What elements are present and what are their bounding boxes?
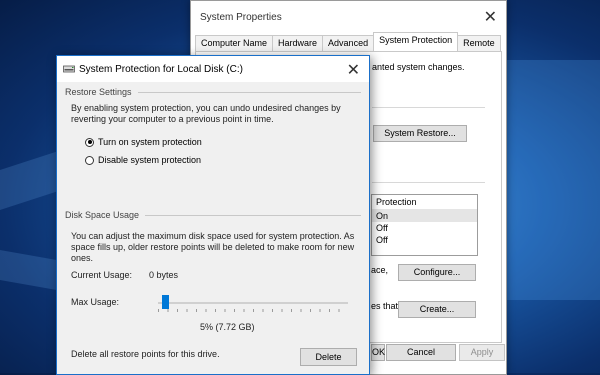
radio-button-selected[interactable] xyxy=(85,137,94,147)
ok-button[interactable]: OK xyxy=(371,344,385,361)
list-header-protection[interactable]: Protection xyxy=(372,195,477,210)
partial-description-text: anted system changes. xyxy=(372,62,465,72)
current-usage-label: Current Usage: xyxy=(71,270,133,280)
dialog-title: System Protection for Local Disk (C:) xyxy=(79,64,243,75)
system-protection-dialog: System Protection for Local Disk (C:) ✕ … xyxy=(56,55,370,375)
cancel-button[interactable]: Cancel xyxy=(386,344,456,361)
group-divider xyxy=(145,214,361,216)
delete-button[interactable]: Delete xyxy=(300,348,357,366)
close-icon[interactable]: ✕ xyxy=(484,7,497,27)
delete-description: Delete all restore points for this drive… xyxy=(71,349,220,359)
desktop-light-beam xyxy=(505,60,600,300)
radio-turn-on-label: Turn on system protection xyxy=(98,137,202,147)
divider xyxy=(372,107,485,108)
drive-icon xyxy=(63,65,75,73)
partial-configure-text: ace, xyxy=(371,265,389,275)
close-icon[interactable]: ✕ xyxy=(347,60,360,80)
disk-space-description: You can adjust the maximum disk space us… xyxy=(71,231,355,263)
restore-description: By enabling system protection, you can u… xyxy=(71,103,341,124)
tab-advanced[interactable]: Advanced xyxy=(322,35,375,51)
create-button[interactable]: Create... xyxy=(398,301,476,318)
configure-button[interactable]: Configure... xyxy=(398,264,476,281)
tab-computer-name[interactable]: Computer Name xyxy=(195,35,274,51)
dialog-titlebar[interactable]: System Protection for Local Disk (C:) ✕ xyxy=(57,56,369,82)
tab-system-protection[interactable]: System Protection xyxy=(373,32,459,51)
slider-ticks xyxy=(158,309,348,312)
drive-protection-list[interactable]: Protection On Off Off xyxy=(371,194,478,256)
disk-space-heading: Disk Space Usage xyxy=(65,210,361,220)
max-usage-value: 5% (7.72 GB) xyxy=(200,322,255,332)
restore-settings-heading: Restore Settings xyxy=(65,87,361,97)
list-item[interactable]: On xyxy=(372,210,477,222)
radio-disable-protection[interactable]: Disable system protection xyxy=(85,155,201,165)
list-item[interactable]: Off xyxy=(372,234,477,246)
system-properties-titlebar[interactable]: System Properties ✕ xyxy=(191,1,506,32)
max-usage-slider-track[interactable] xyxy=(158,302,348,304)
group-divider xyxy=(137,91,361,93)
system-restore-button[interactable]: System Restore... xyxy=(373,125,467,142)
tab-hardware[interactable]: Hardware xyxy=(272,35,324,51)
disk-space-label: Disk Space Usage xyxy=(65,210,140,220)
radio-button[interactable] xyxy=(85,155,94,165)
max-usage-slider-thumb[interactable] xyxy=(162,295,170,309)
divider xyxy=(372,182,485,183)
current-usage-value: 0 bytes xyxy=(149,270,179,280)
partial-create-text: es that xyxy=(371,301,399,311)
apply-button[interactable]: Apply xyxy=(459,344,505,361)
system-properties-title: System Properties xyxy=(200,12,282,23)
max-usage-label: Max Usage: xyxy=(71,297,120,307)
list-item[interactable]: Off xyxy=(372,222,477,234)
restore-settings-label: Restore Settings xyxy=(65,87,132,97)
tab-remote[interactable]: Remote xyxy=(457,35,501,51)
radio-disable-label: Disable system protection xyxy=(98,155,202,165)
tab-strip: Computer Name Hardware Advanced System P… xyxy=(195,32,501,51)
radio-turn-on-protection[interactable]: Turn on system protection xyxy=(85,137,202,147)
